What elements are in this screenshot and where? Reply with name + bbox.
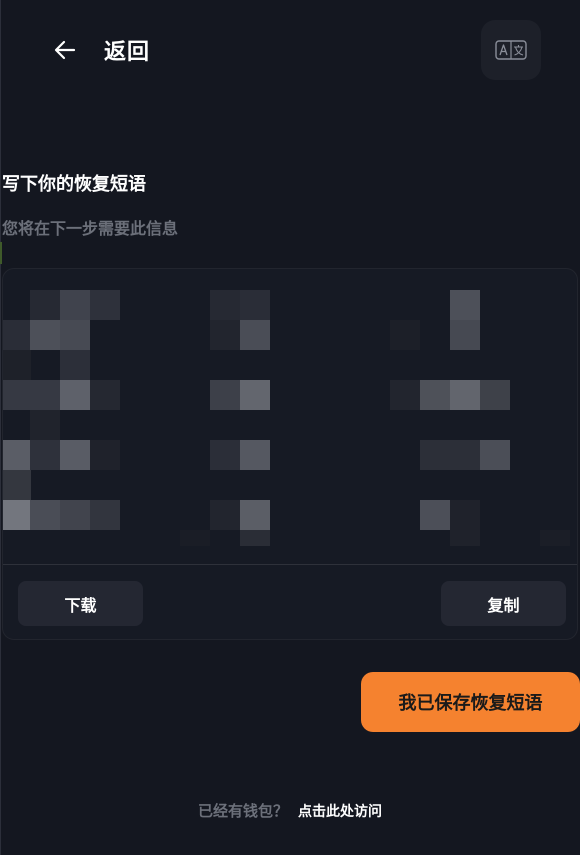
translate-button[interactable] xyxy=(481,20,541,80)
translate-icon xyxy=(495,40,527,60)
arrow-left-icon xyxy=(54,40,76,60)
blurred-phrase-words xyxy=(3,269,577,566)
back-label: 返回 xyxy=(104,40,151,65)
recovery-phrase-card: 下载 复制 xyxy=(2,268,578,640)
copy-button[interactable]: 复制 xyxy=(441,581,566,626)
existing-wallet-prompt: 已经有钱包？ xyxy=(197,802,288,820)
back-button[interactable]: 返回 xyxy=(50,30,150,70)
left-border xyxy=(0,0,1,855)
page-title: 写下你的恢复短语 xyxy=(2,174,146,195)
page-subtitle: 您将在下一步需要此信息 xyxy=(2,219,179,238)
access-wallet-link[interactable]: 点击此处访问 xyxy=(298,801,382,821)
card-divider xyxy=(3,564,577,565)
phrase-saved-button[interactable]: 我已保存恢复短语 xyxy=(361,672,580,732)
download-button[interactable]: 下载 xyxy=(18,581,143,626)
footer: 已经有钱包？ 点击此处访问 xyxy=(0,800,580,821)
left-border-accent xyxy=(0,242,2,264)
